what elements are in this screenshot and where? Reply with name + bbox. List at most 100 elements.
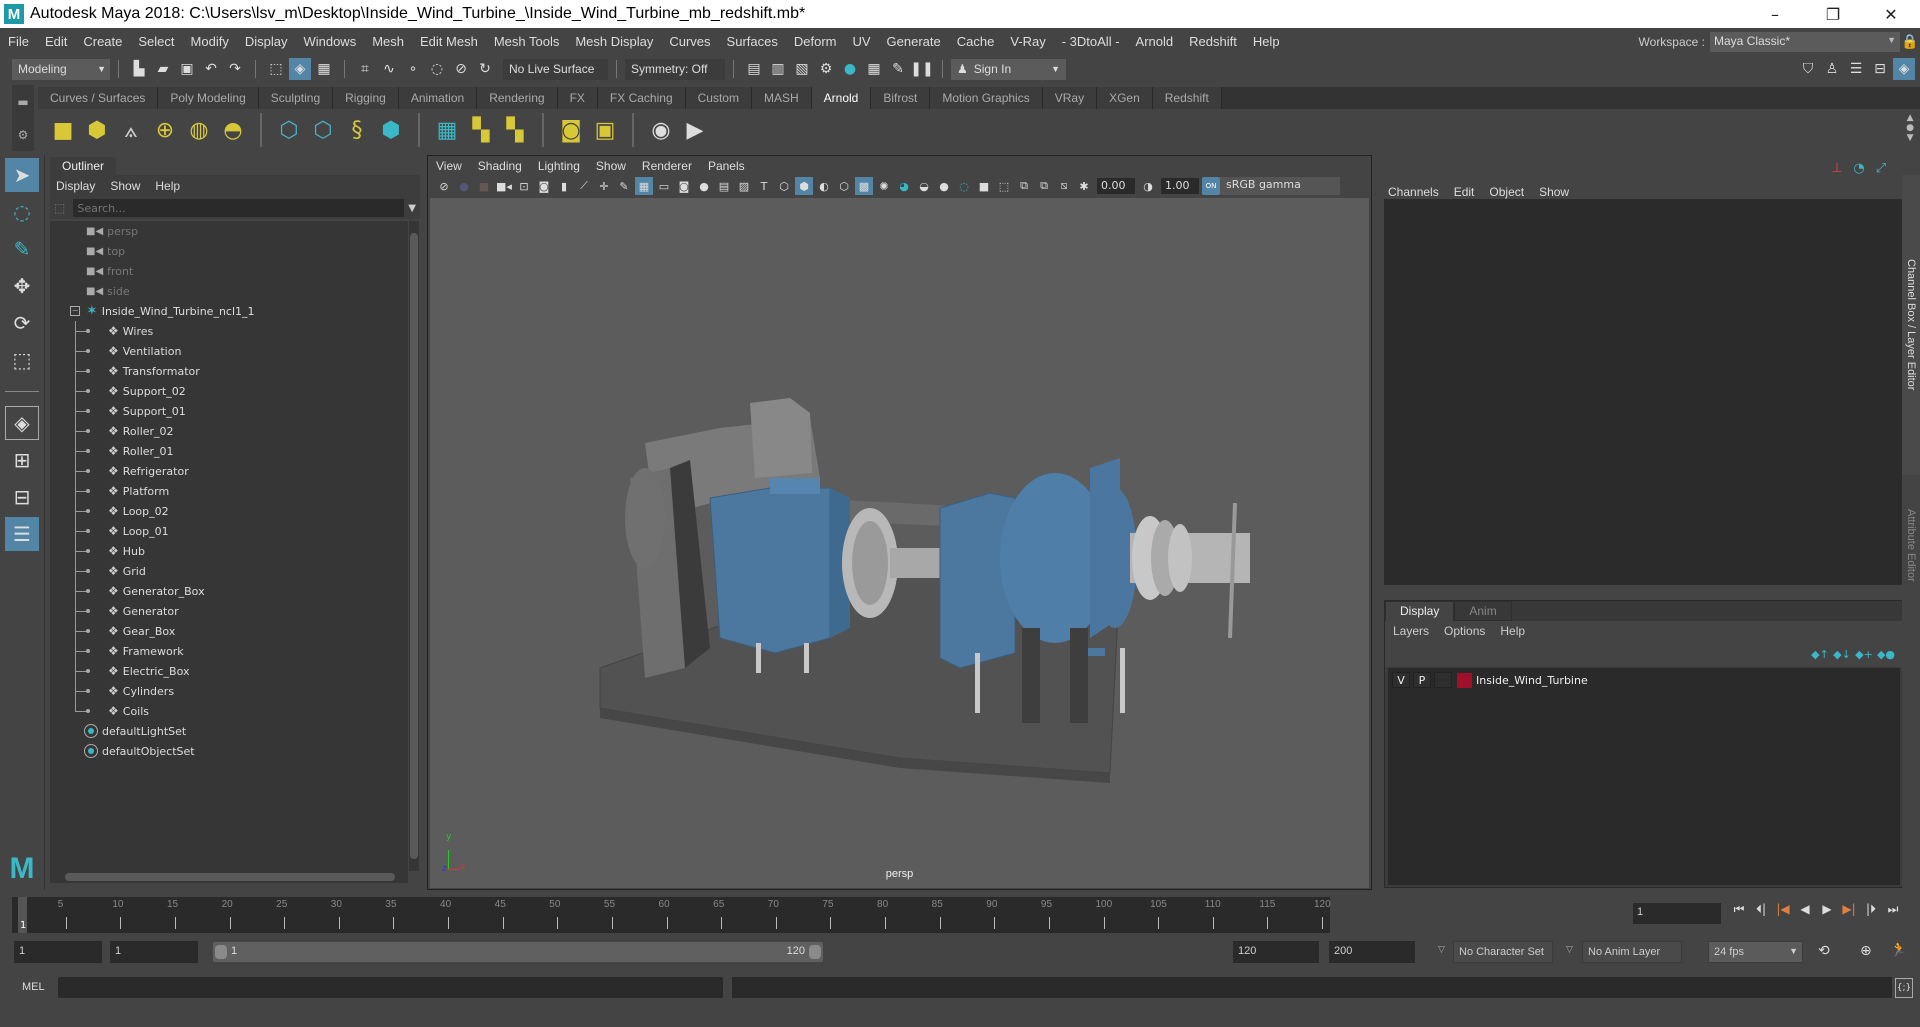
tab-channel-box-layer-editor[interactable]: Channel Box / Layer Editor — [1902, 175, 1920, 475]
scroll-thumb[interactable] — [410, 233, 418, 859]
symmetry-dropdown[interactable]: Symmetry: Off — [625, 58, 725, 80]
animation-preferences-icon[interactable]: 🏃 — [1890, 942, 1907, 958]
select-camera-icon[interactable]: ⊘ — [435, 177, 453, 195]
photometric-light-icon[interactable]: ⟑ — [114, 113, 148, 147]
wireframe-icon[interactable]: ⬡ — [775, 177, 793, 195]
outliner-item[interactable]: ❖ Electric_Box — [50, 661, 408, 681]
shelf-tab-mash[interactable]: MASH — [751, 87, 812, 109]
menu-edit-mesh[interactable]: Edit Mesh — [412, 34, 486, 49]
live-surface-field[interactable]: No Live Surface — [503, 58, 608, 80]
workspace-dropdown[interactable]: Maya Classic* — [1710, 31, 1900, 52]
layer-name[interactable]: Inside_Wind_Turbine — [1476, 674, 1588, 687]
help-menu[interactable]: Help — [1500, 624, 1525, 638]
object-menu[interactable]: Object — [1489, 185, 1524, 199]
display-type-toggle[interactable] — [1434, 672, 1452, 688]
shelf-menu-icon[interactable]: ▬ — [17, 95, 28, 109]
outliner-item[interactable]: ❖ Cylinders — [50, 681, 408, 701]
select-component-icon[interactable]: ▦ — [313, 58, 335, 80]
menu-modify[interactable]: Modify — [183, 34, 237, 49]
skydome-light-icon[interactable]: ⊕ — [148, 113, 182, 147]
save-scene-icon[interactable]: ▣ — [176, 58, 198, 80]
shader-ball-icon[interactable]: ▣ — [588, 113, 622, 147]
menuset-dropdown[interactable]: Modeling ▼ — [12, 58, 110, 80]
select-object-icon[interactable]: ◈ — [289, 58, 311, 80]
step-back-frame-icon[interactable]: |◀ — [1772, 902, 1794, 917]
new-scene-icon[interactable]: ▙ — [128, 58, 150, 80]
outliner-item[interactable]: ❖ Transformator — [50, 361, 408, 381]
ipr-view-icon[interactable]: ◉ — [644, 113, 678, 147]
light-editor-icon[interactable]: ✎ — [887, 58, 909, 80]
character-set-dropdown[interactable]: No Character Set — [1453, 941, 1553, 963]
filter-icon[interactable]: ⬚ — [54, 201, 65, 215]
standin-create-icon[interactable]: ⬡ — [272, 113, 306, 147]
default-material-icon[interactable]: ◐ — [815, 177, 833, 195]
outliner-item[interactable]: ❖ Refrigerator — [50, 461, 408, 481]
field-chart-icon[interactable]: ▤ — [715, 177, 733, 195]
render-icon[interactable]: ▶ — [678, 113, 712, 147]
xray-active-icon[interactable]: ⧅ — [1055, 177, 1073, 195]
outliner-item[interactable]: ❖ Generator — [50, 601, 408, 621]
lasso-tool-icon[interactable]: ◌ — [5, 195, 39, 229]
pause-viewport-icon[interactable]: ❚❚ — [910, 58, 933, 80]
view-transform-dropdown[interactable]: sRGB gamma — [1220, 177, 1340, 195]
human-ik-icon[interactable]: ♙ — [1821, 58, 1843, 80]
current-frame-field[interactable]: 1 — [1633, 903, 1721, 924]
flush-texture-icon[interactable]: ▚ — [498, 113, 532, 147]
shelf-tab-animation[interactable]: Animation — [398, 87, 478, 109]
shelf-scroll[interactable]: ▲ ● ▼ — [1906, 113, 1914, 143]
go-to-end-icon[interactable]: ⏭ — [1882, 902, 1904, 917]
redo-icon[interactable]: ↷ — [224, 58, 246, 80]
animation-start-field[interactable]: 1 — [14, 941, 102, 963]
playback-end-field[interactable]: 120 — [1233, 941, 1319, 963]
outliner-item[interactable]: ❖ Hub — [50, 541, 408, 561]
step-back-key-icon[interactable]: ⏴| — [1750, 902, 1772, 917]
lock-camera-icon[interactable]: ⊡ — [515, 177, 533, 195]
select-tool-icon[interactable]: ➤ — [5, 158, 39, 192]
menu-curves[interactable]: Curves — [661, 34, 718, 49]
viewport-menu-panels[interactable]: Panels — [708, 159, 745, 173]
character-set-chevron-icon[interactable]: ▽ — [1438, 945, 1445, 955]
fps-dropdown[interactable]: 24 fps ▼ — [1708, 941, 1803, 963]
anti-aliasing-icon[interactable]: ◌ — [955, 177, 973, 195]
speed-icon[interactable]: ◔ — [1850, 159, 1868, 177]
step-forward-frame-icon[interactable]: ▶| — [1838, 902, 1860, 917]
viewport-menu-view[interactable]: View — [436, 159, 462, 173]
color-management-toggle[interactable]: ON — [1202, 177, 1220, 195]
mesh-light-icon[interactable]: ⬢ — [80, 113, 114, 147]
script-editor-icon[interactable]: {;} — [1895, 978, 1913, 998]
step-forward-key-icon[interactable]: |⏵ — [1860, 902, 1882, 917]
shelf-tab-arnold[interactable]: Arnold — [811, 87, 872, 109]
channels-menu[interactable]: Channels — [1388, 185, 1439, 199]
layer-color-swatch[interactable] — [1457, 672, 1472, 688]
outliner-item-default-object-set[interactable]: defaultObjectSet — [50, 741, 408, 761]
grease-pencil-icon[interactable]: ✛ — [595, 177, 613, 195]
new-layer-selected-icon[interactable]: ◆● — [1875, 648, 1897, 661]
snap-curve-icon[interactable]: ∿ — [378, 58, 400, 80]
smooth-shade-icon[interactable]: ⬢ — [795, 177, 813, 195]
outliner-layout-icon[interactable]: ☰ — [5, 517, 39, 551]
four-view-layout-icon[interactable]: ⊞ — [5, 443, 39, 477]
bookmarks-icon[interactable]: ■ — [475, 177, 493, 195]
render-sequence-icon[interactable]: ▥ — [767, 58, 789, 80]
snap-grid-icon[interactable]: ⌗ — [354, 58, 376, 80]
shelf-tab-curves-surfaces[interactable]: Curves / Surfaces — [38, 87, 159, 109]
render-settings-icon[interactable]: ⚙ — [815, 58, 837, 80]
layers-menu[interactable]: Layers — [1393, 624, 1429, 638]
image-plane-icon[interactable]: ▮ — [555, 177, 573, 195]
channel-box-area[interactable] — [1384, 199, 1904, 585]
viewport-menu-show[interactable]: Show — [596, 159, 626, 173]
time-slider-track[interactable]: 1 5 10 15 20 25 30 35 40 45 50 55 60 65 70 75 80 85 90 95 1… — [12, 897, 1331, 933]
physical-sky-icon[interactable]: ◍ — [182, 113, 216, 147]
open-scene-icon[interactable]: ▰ — [152, 58, 174, 80]
menu-cache[interactable]: Cache — [949, 34, 1003, 49]
range-slider[interactable]: 1 120 — [213, 942, 823, 962]
shelf-tab-custom[interactable]: Custom — [685, 87, 752, 109]
scale-tool-icon[interactable]: ⬚ — [5, 343, 39, 377]
play-forwards-icon[interactable]: ▶ — [1816, 902, 1838, 917]
render-setup-icon[interactable]: ▦ — [863, 58, 885, 80]
menu-mesh-display[interactable]: Mesh Display — [567, 34, 661, 49]
brush-icon[interactable]: ✎ — [615, 177, 633, 195]
shelf-tab-rendering[interactable]: Rendering — [477, 87, 558, 109]
shelf-tab-sculpting[interactable]: Sculpting — [258, 87, 334, 109]
outliner-item[interactable]: ❖ Grid — [50, 561, 408, 581]
